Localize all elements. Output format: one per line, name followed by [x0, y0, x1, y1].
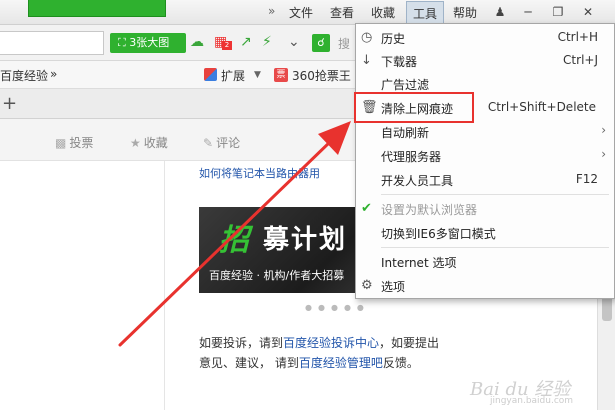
menu-item-options[interactable]: ⚙ 选项 — [356, 274, 614, 298]
clock-icon: ◷ — [361, 30, 373, 45]
check-icon: ✔ — [361, 201, 372, 216]
proxy-label: 代理服务器 — [381, 150, 442, 164]
menu-favorites[interactable]: 收藏 — [371, 4, 395, 21]
banner-title: 募计划 — [263, 225, 348, 255]
extension-dropdown-icon[interactable]: ▼ — [254, 70, 261, 80]
favorite-action[interactable]: ★ 收藏 — [130, 134, 168, 151]
history-shortcut: Ctrl+H — [557, 30, 598, 44]
auto-refresh-label: 自动刷新 — [381, 126, 430, 140]
baidu-watermark-url: jingyan.baidu.com — [490, 396, 574, 406]
left-column — [0, 119, 165, 410]
complaint-center-link[interactable]: 百度经验投诉中心 — [283, 336, 379, 350]
green-tab-strip — [28, 0, 166, 17]
shirt-icon[interactable]: ♟ — [488, 3, 512, 22]
ticket-360-icon: 票 — [274, 68, 288, 82]
chevron-right-icon: › — [601, 147, 606, 161]
internet-options-label: Internet 选项 — [381, 256, 457, 270]
menu-item-auto-refresh[interactable]: 自动刷新 › — [356, 120, 614, 144]
manage-bar-link[interactable]: 百度经验管理吧 — [299, 356, 383, 370]
menu-item-proxy[interactable]: 代理服务器 › — [356, 144, 614, 168]
menu-more-arrow[interactable]: » — [268, 4, 275, 18]
menu-separator — [381, 194, 609, 195]
set-default-label: 设置为默认浏览器 — [381, 203, 478, 217]
menu-view[interactable]: 查看 — [330, 4, 354, 21]
close-icon[interactable]: ✕ — [576, 3, 600, 22]
bookmarks-more[interactable]: » — [50, 67, 57, 81]
bolt-icon[interactable]: ⚡ — [262, 34, 272, 50]
banner-char: 招 — [219, 223, 249, 258]
restore-icon[interactable]: ❐ — [546, 3, 570, 22]
menu-help[interactable]: 帮助 — [453, 4, 477, 21]
options-label: 选项 — [381, 280, 406, 294]
favorite-label: 收藏 — [143, 136, 168, 150]
bookmark-360-ticket[interactable]: 360抢票王 — [292, 67, 351, 84]
menu-file[interactable]: 文件 — [289, 4, 313, 21]
share-icon[interactable]: ↗ — [240, 34, 252, 50]
expand-icon: ⛶ — [118, 36, 126, 49]
menu-item-dev-tools[interactable]: 开发人员工具 F12 — [356, 168, 614, 192]
star-icon: ★ — [130, 136, 141, 150]
pencil-icon: ✎ — [203, 136, 214, 150]
carousel-dots[interactable]: ●●●●● — [305, 303, 370, 312]
new-tab-plus-icon[interactable]: + — [2, 93, 17, 114]
extension-button[interactable]: 扩展 — [221, 67, 245, 84]
menu-item-ie6-mode[interactable]: 切换到IE6多窗口模式 — [356, 221, 614, 245]
menu-item-downloader[interactable]: ↓ 下载器 Ctrl+J — [356, 49, 614, 73]
tools-menu: ◷ 历史 Ctrl+H ↓ 下载器 Ctrl+J 广告过滤 🗑 清除上网痕迹 C… — [355, 23, 615, 299]
gear-icon: ⚙ — [361, 278, 373, 293]
comment-label: 评论 — [216, 136, 241, 150]
banner-subtitle: 百度经验 · 机构/作者大招募 — [209, 269, 345, 282]
vote-label: 投票 — [69, 136, 94, 150]
big-images-button[interactable]: ⛶ 3张大图 — [110, 33, 186, 53]
search-hint: 搜 — [338, 37, 351, 51]
menu-item-internet-options[interactable]: Internet 选项 — [356, 250, 614, 274]
menu-tools[interactable]: 工具 — [406, 1, 445, 24]
history-label: 历史 — [381, 32, 406, 46]
dev-tools-label: 开发人员工具 — [381, 174, 454, 188]
big-images-label: 3张大图 — [129, 36, 170, 49]
address-bar[interactable] — [0, 31, 104, 55]
extension-icon — [204, 68, 217, 81]
comment-action[interactable]: ✎ 评论 — [203, 134, 240, 151]
feedback-text: 如要投诉，请到百度经验投诉中心，如要提出意见、建议， 请到百度经验管理吧反馈。 — [199, 333, 449, 373]
highlight-box — [354, 92, 474, 123]
cloud-icon[interactable]: ☁ — [190, 34, 204, 50]
minimize-icon[interactable]: ─ — [516, 3, 540, 22]
download-icon: ↓ — [361, 53, 372, 68]
search-icon[interactable]: ☌ — [312, 34, 330, 52]
vote-action[interactable]: ▩ 投票 — [55, 134, 93, 151]
menu-separator — [381, 247, 609, 248]
downloader-shortcut: Ctrl+J — [563, 53, 598, 67]
chart-icon: ▩ — [55, 136, 67, 150]
chevron-right-icon: › — [601, 123, 606, 137]
bookmark-baidu-jingyan[interactable]: 百度经验 — [0, 67, 48, 84]
ad-filter-label: 广告过滤 — [381, 78, 430, 92]
chevron-down-icon[interactable]: ⌄ — [288, 34, 300, 50]
toolbar-badge: 2 — [222, 41, 232, 50]
menu-item-history[interactable]: ◷ 历史 Ctrl+H — [356, 26, 614, 50]
menu-item-set-default: ✔ 设置为默认浏览器 — [356, 197, 614, 221]
related-article-link[interactable]: 如何将笔记本当路由器用 — [199, 165, 320, 181]
downloader-label: 下载器 — [381, 55, 418, 69]
ie6-mode-label: 切换到IE6多窗口模式 — [381, 227, 496, 241]
clear-history-shortcut: Ctrl+Shift+Delete — [487, 100, 596, 114]
feedback-text-1: 如要投诉，请到 — [199, 336, 284, 350]
feedback-text-3: 反馈。 — [382, 356, 419, 370]
menu-bar: » 文件 查看 收藏 工具 帮助 ♟ ─ ❐ ✕ — [0, 0, 615, 25]
dev-tools-shortcut: F12 — [575, 172, 598, 186]
